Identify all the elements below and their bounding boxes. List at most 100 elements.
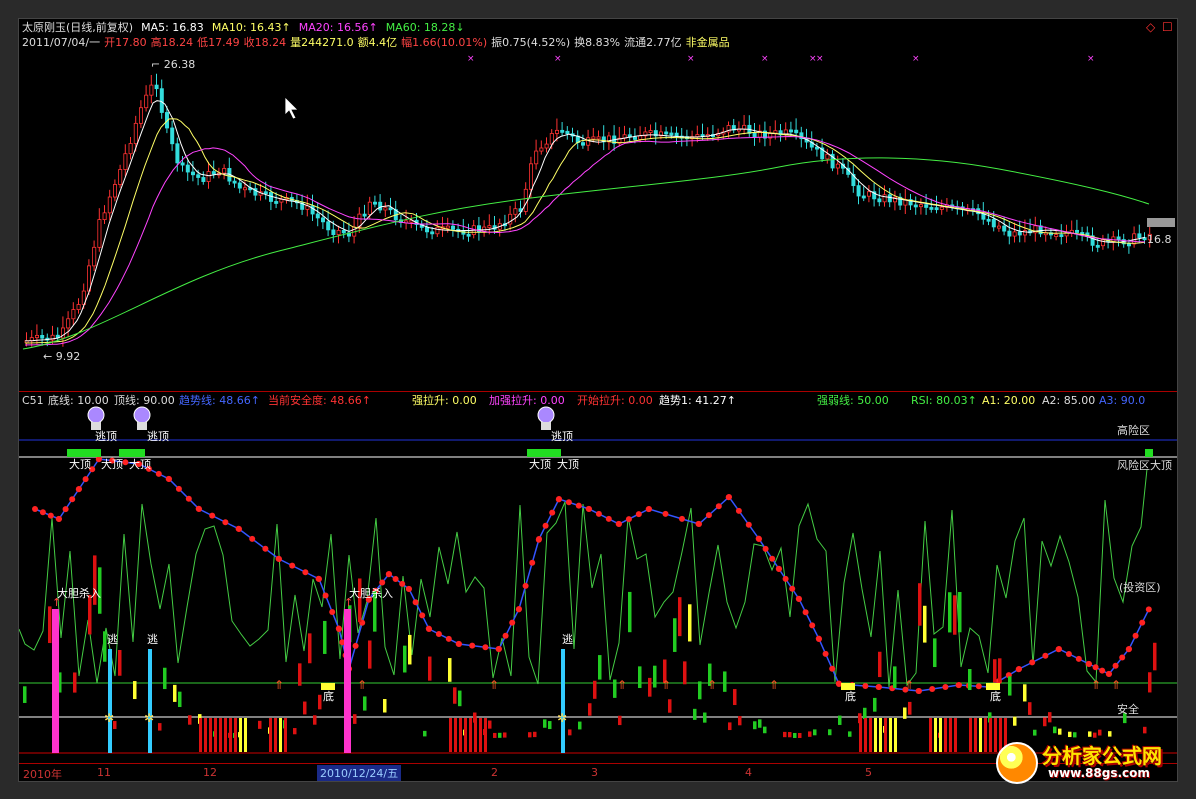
safety-bar xyxy=(1148,672,1152,693)
zone-bar xyxy=(934,718,937,752)
safety-dot xyxy=(406,586,412,592)
safety-dot xyxy=(829,665,836,672)
up-arrow-icon: ⇑ xyxy=(661,678,671,692)
candle xyxy=(861,195,866,199)
safety-dot xyxy=(536,536,542,542)
candle xyxy=(1075,229,1080,233)
candle xyxy=(466,233,471,237)
safety-bar xyxy=(993,659,997,683)
trend-line xyxy=(34,458,1150,692)
safety-dot xyxy=(802,609,809,616)
safety-dot xyxy=(276,556,282,562)
safety-bar xyxy=(448,658,452,682)
zone-bar xyxy=(974,718,977,752)
safety-bar xyxy=(933,638,937,668)
soccer-ball-icon xyxy=(996,742,1038,784)
safety-dot xyxy=(469,642,476,649)
candle xyxy=(237,182,242,189)
safety-bar xyxy=(593,680,597,699)
safety-bar xyxy=(763,726,767,734)
safety-bar xyxy=(1058,728,1062,735)
candle xyxy=(934,207,939,211)
safety-bar xyxy=(653,665,657,688)
close-icon[interactable]: ☐ xyxy=(1162,21,1173,34)
zone-bar xyxy=(449,718,452,752)
date-cursor: 2010/12/24/五 xyxy=(317,765,402,781)
candle xyxy=(133,122,138,144)
safety-bar xyxy=(638,666,642,689)
zone-bar xyxy=(274,718,277,752)
candle xyxy=(263,191,268,195)
bottom-marker xyxy=(321,683,335,690)
candle xyxy=(71,309,76,320)
zone-high-risk: 高险区 xyxy=(1117,424,1150,437)
safety-bar xyxy=(1013,716,1017,726)
candle xyxy=(596,136,601,140)
safety-dot xyxy=(302,569,309,576)
diamond-icon[interactable]: ◇ xyxy=(1146,21,1155,34)
safety-dot xyxy=(762,545,769,552)
safety-dot xyxy=(705,512,712,519)
safety-dot xyxy=(556,496,562,502)
escape-signal-label: 逃 xyxy=(147,633,158,646)
safety-bar xyxy=(533,731,537,738)
safety-bar xyxy=(1008,676,1012,696)
candle xyxy=(528,163,533,190)
bottom-marker xyxy=(841,683,855,690)
indicator_header-item: A3: 90.0 xyxy=(1099,394,1146,407)
safety-dot xyxy=(32,506,38,512)
safety-dot xyxy=(956,682,962,688)
candle xyxy=(118,169,123,185)
candle xyxy=(1116,236,1121,240)
safety-dot xyxy=(336,626,342,632)
ghost-icon-body xyxy=(137,422,147,430)
safety-bar xyxy=(788,732,792,738)
zone-safe: 安全 xyxy=(1117,703,1139,716)
zone-bar xyxy=(269,718,272,752)
safety-bar xyxy=(673,618,677,652)
bottom-signal-label: 底 xyxy=(990,690,1001,703)
safety-bar xyxy=(798,732,802,738)
safety-bar xyxy=(568,729,572,736)
safety-bar xyxy=(48,606,52,644)
zone-bar xyxy=(199,718,202,752)
safety-dot xyxy=(942,684,949,690)
safety-bar xyxy=(738,716,742,726)
safety-dot xyxy=(399,580,406,587)
safety-dot xyxy=(175,485,182,492)
safety-dot xyxy=(386,571,392,577)
escape-signal-label: 逃 xyxy=(107,633,118,646)
zone-bar xyxy=(244,718,247,752)
zone-bar xyxy=(889,718,892,752)
date-label: 2 xyxy=(491,766,498,779)
star-icon: ✲ xyxy=(557,711,567,725)
safety-bar xyxy=(683,661,687,685)
safety-dot xyxy=(662,510,669,517)
safety-dot xyxy=(542,522,549,529)
candle xyxy=(149,84,154,96)
zone-bar xyxy=(949,718,952,752)
safety-dot xyxy=(1106,671,1112,677)
candle xyxy=(544,143,549,149)
safety-dot xyxy=(155,470,162,477)
safety-bar xyxy=(88,594,92,635)
candle xyxy=(1054,234,1059,237)
safety-dot xyxy=(426,626,432,632)
indicator_header-item: 趋势1: 41.27↑ xyxy=(659,394,736,407)
top-escape-label: 逃顶 xyxy=(95,430,117,443)
safety-dot xyxy=(316,576,322,582)
candle xyxy=(331,229,336,235)
date-label: 5 xyxy=(865,766,872,779)
safety-bar xyxy=(163,667,167,690)
candle xyxy=(929,207,934,210)
candle xyxy=(66,318,71,329)
zone-bar xyxy=(204,718,207,752)
candle xyxy=(913,204,918,208)
safety-bar xyxy=(23,686,27,703)
candle xyxy=(175,143,180,164)
safety-bar xyxy=(303,701,307,715)
candle xyxy=(232,180,237,184)
chart-window[interactable]: 太原刚玉(日线,前复权) MA5: 16.83 MA10: 16.43↑ MA20: … xyxy=(18,18,1178,782)
safety-bar xyxy=(1073,732,1077,738)
panel-divider[interactable] xyxy=(19,391,1177,392)
